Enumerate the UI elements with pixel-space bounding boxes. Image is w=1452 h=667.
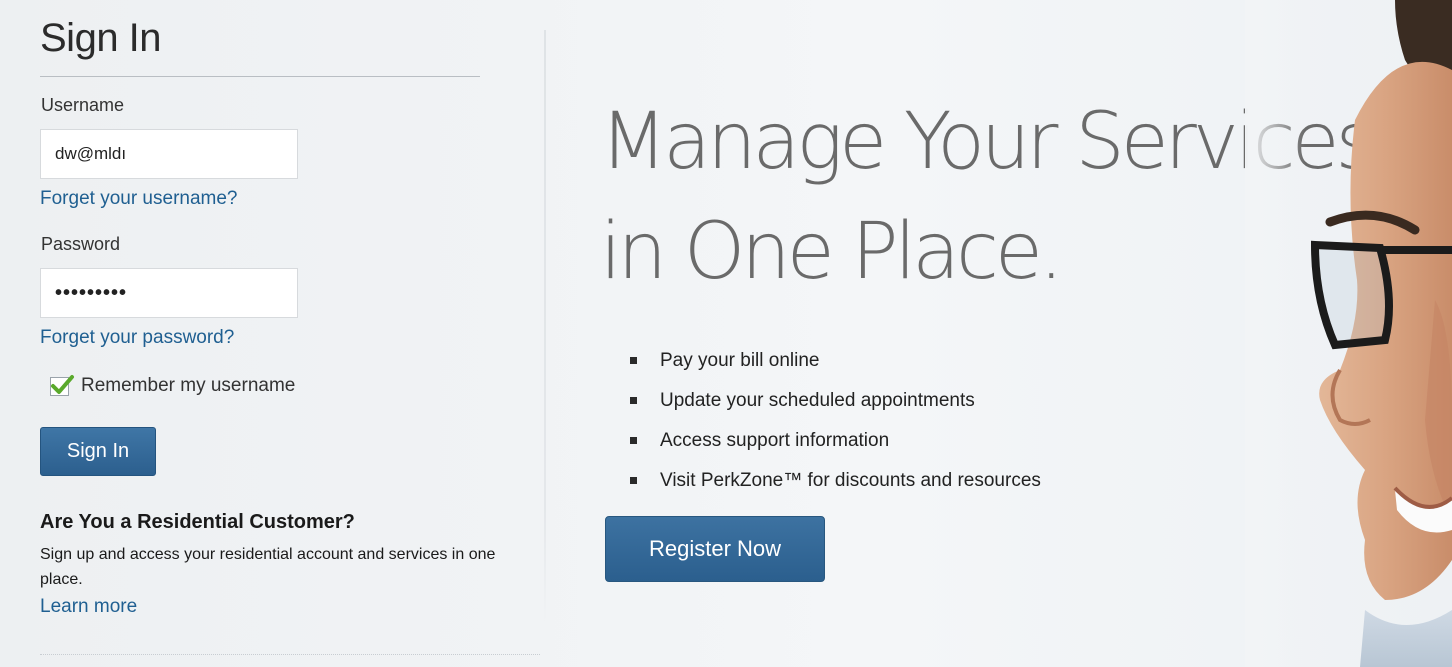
list-item: Pay your bill online (630, 342, 1041, 382)
list-item: Access support information (630, 422, 1041, 462)
username-label: Username (41, 95, 125, 115)
signin-page: Sign In Username Forget your username? P… (0, 0, 1452, 667)
benefit-text: Update your scheduled appointments (660, 390, 975, 411)
register-now-button[interactable]: Register Now (605, 516, 825, 582)
square-bullet-icon (630, 477, 637, 484)
signin-title: Sign In (40, 16, 162, 60)
man-portrait-image (1245, 0, 1452, 667)
benefit-text: Visit PerkZone™ for discounts and resour… (660, 470, 1041, 491)
remember-username-row[interactable]: Remember my username (50, 372, 295, 400)
remember-username-label: Remember my username (81, 375, 296, 396)
title-divider (40, 76, 480, 77)
residential-heading: Are You a Residential Customer? (40, 511, 355, 533)
hero-photo (1245, 0, 1452, 667)
signin-panel: Sign In Username Forget your username? P… (0, 0, 545, 667)
panel-divider (544, 30, 546, 625)
username-field[interactable] (40, 129, 298, 179)
square-bullet-icon (630, 357, 637, 364)
square-bullet-icon (630, 397, 637, 404)
forgot-username-link[interactable]: Forget your username? (40, 188, 238, 210)
list-item: Visit PerkZone™ for discounts and resour… (630, 462, 1041, 502)
remember-username-checkbox[interactable] (50, 374, 74, 396)
benefit-text: Access support information (660, 430, 890, 451)
residential-text: Sign up and access your residential acco… (40, 546, 496, 588)
benefit-text: Pay your bill online (660, 350, 820, 371)
forgot-password-link[interactable]: Forget your password? (40, 327, 234, 349)
password-label: Password (41, 234, 121, 254)
learn-more-link[interactable]: Learn more (40, 596, 137, 617)
square-bullet-icon (630, 437, 637, 444)
checkmark-icon (51, 374, 74, 394)
residential-description: Sign up and access your residential acco… (40, 542, 520, 622)
benefits-list: Pay your bill online Update your schedul… (630, 342, 1041, 502)
signin-button[interactable]: Sign In (40, 427, 156, 476)
list-item: Update your scheduled appointments (630, 382, 1041, 422)
bottom-divider (40, 654, 540, 655)
password-field[interactable] (40, 268, 298, 318)
